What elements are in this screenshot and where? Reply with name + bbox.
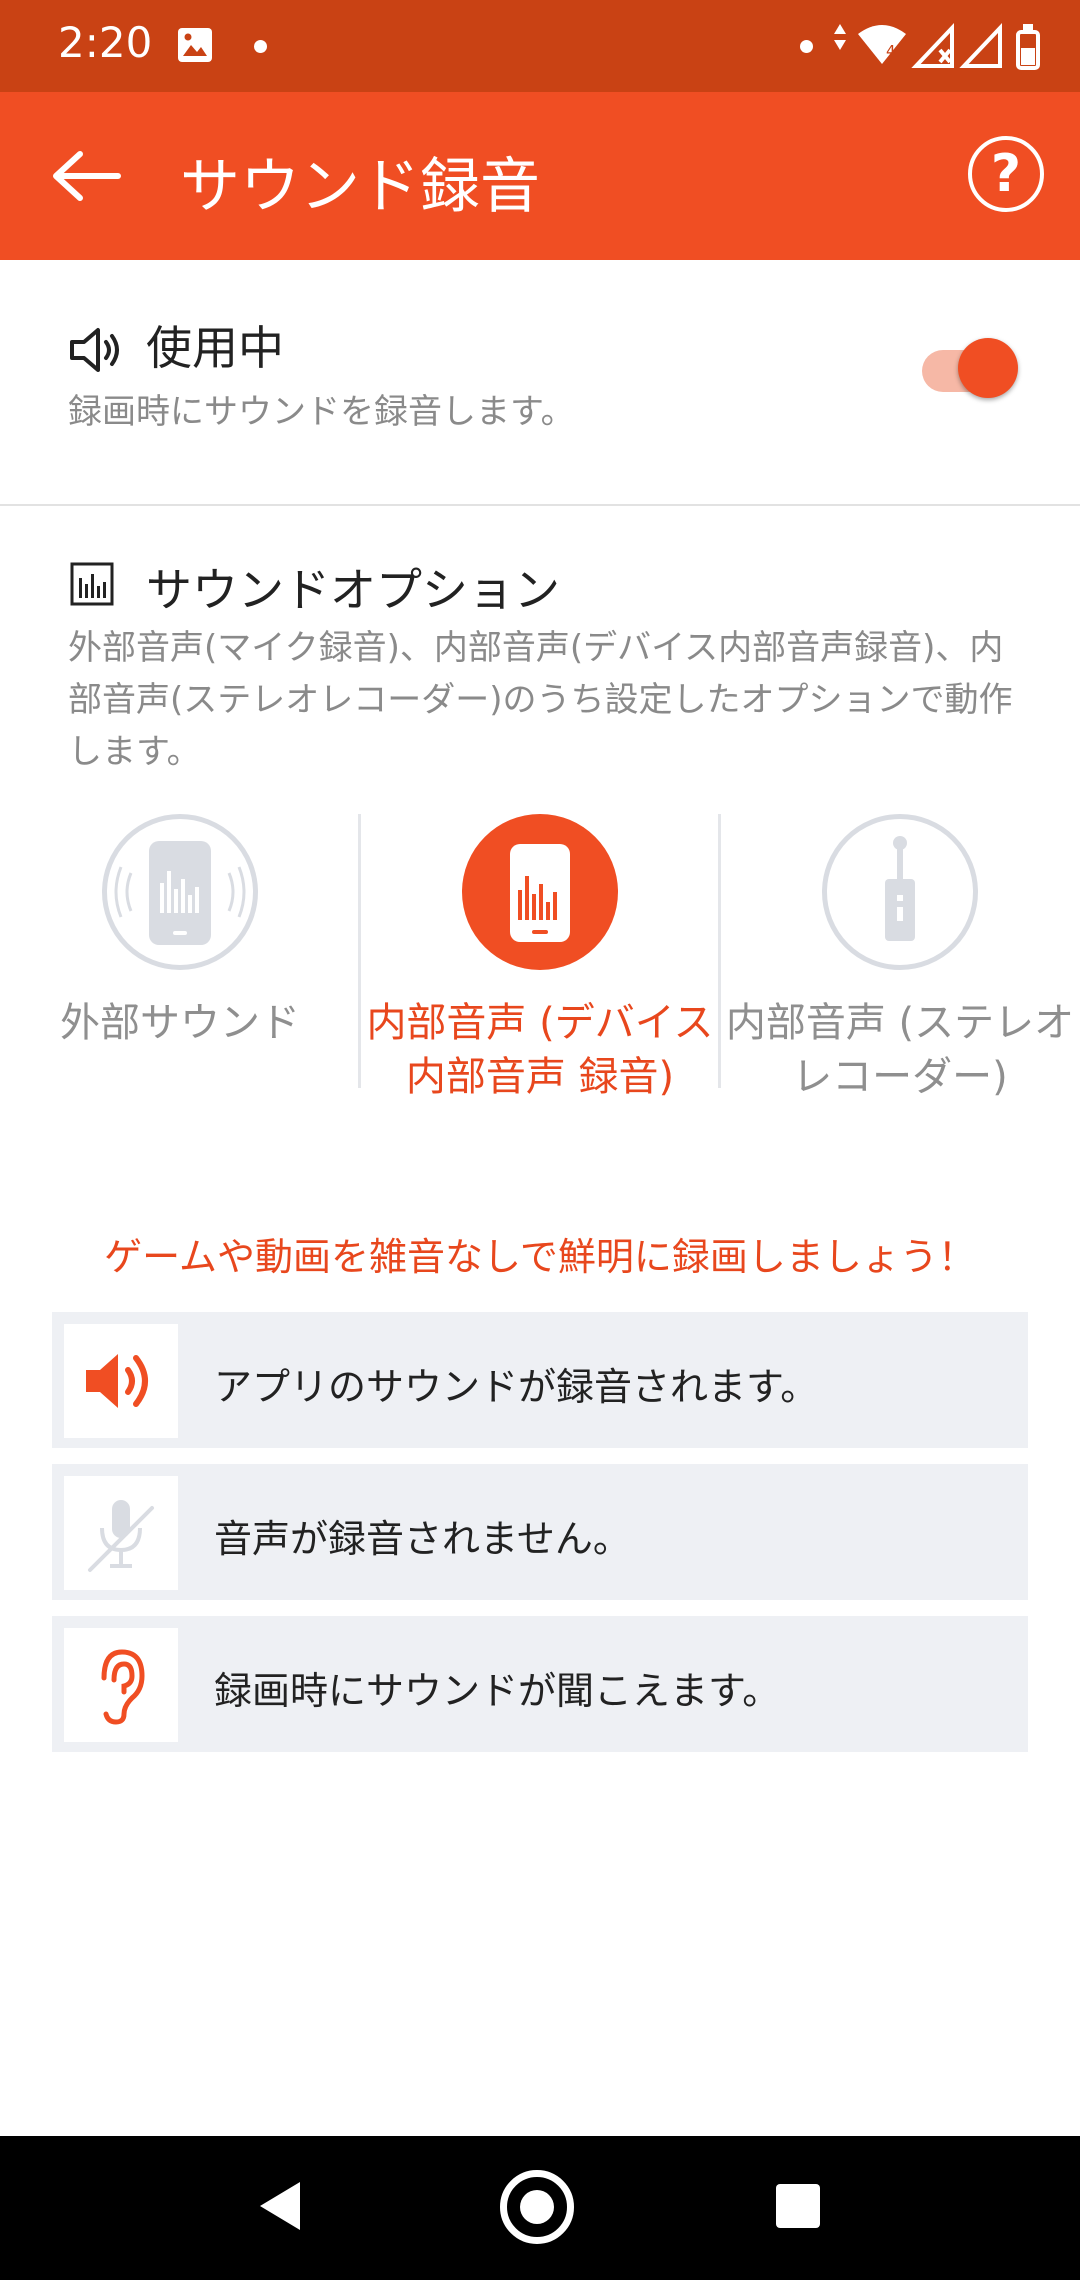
option-internal-stereo[interactable]: 内部音声 (ステレオレコーダー) [720, 810, 1080, 1170]
recording-description: 録画時にサウンドを録音します。 [68, 392, 575, 432]
option-external-sound[interactable]: 外部サウンド [0, 810, 360, 1170]
option-internal-stereo-circle [822, 814, 978, 970]
recording-title: 使用中 [146, 321, 284, 375]
feature-app-sound: アプリのサウンドが録音されます。 [52, 1312, 1028, 1448]
feature-text: 音声が録音されません。 [214, 1517, 631, 1561]
gallery-notification-icon [178, 28, 212, 62]
feature-icon-box [64, 1628, 178, 1742]
notification-dot-icon [800, 40, 813, 53]
toggle-thumb [958, 338, 1018, 398]
option-internal-device[interactable]: 内部音声 (デバイス内部音声 録音) [360, 810, 720, 1170]
nav-back-icon[interactable] [256, 2180, 302, 2232]
sound-options-title: サウンドオプション [146, 563, 560, 617]
recording-toggle[interactable] [922, 332, 1018, 408]
app-bar: サウンド録音 ? [0, 92, 1080, 260]
sound-options-description: 外部音声(マイク録音)、内部音声(デバイス内部音声録音)、内部音声(ステレオレコ… [68, 628, 1013, 772]
divider [0, 504, 1080, 506]
promo-text: ゲームや動画を雑音なしで鮮明に録画しましょう！ [104, 1235, 976, 1279]
feature-voice-not-recorded: 音声が録音されません。 [52, 1464, 1028, 1600]
notification-dot-icon [254, 40, 267, 53]
speaker-icon [86, 1354, 148, 1408]
network-badge: 4 [886, 42, 896, 60]
option-internal-device-label: 内部音声 (デバイス内部音声 録音) [366, 1000, 714, 1100]
option-internal-device-circle [462, 814, 618, 970]
recording-section: 使用中 録画時にサウンドを録音します。 [0, 260, 1080, 504]
status-time: 2:20 [58, 18, 153, 67]
equalizer-icon [70, 562, 114, 606]
nav-home-dot [520, 2190, 554, 2224]
phone-equalizer-icon [510, 844, 570, 942]
status-signal-icons: 4 [834, 22, 1040, 70]
feature-text: アプリのサウンドが録音されます。 [214, 1365, 819, 1409]
system-nav-bar [0, 2136, 1080, 2280]
feature-hear-sound: 録画時にサウンドが聞こえます。 [52, 1616, 1028, 1752]
back-arrow-icon[interactable] [44, 136, 128, 220]
phone-sound-waves-icon [114, 841, 246, 945]
feature-icon-box [64, 1324, 178, 1438]
sound-option-group: 外部サウンド 内部音声 (デバイス内部音声 録音) 内部音声 (ステレオレコーダ… [0, 810, 1080, 1170]
nav-home-icon[interactable] [500, 2170, 574, 2244]
ear-icon [101, 1649, 145, 1725]
option-external-circle [102, 814, 258, 970]
feature-icon-box [64, 1476, 178, 1590]
page-title: サウンド録音 [180, 152, 540, 222]
mic-off-icon [88, 1500, 154, 1572]
nav-recents-icon[interactable] [776, 2184, 820, 2228]
option-external-label: 外部サウンド [60, 1000, 300, 1046]
help-button[interactable]: ? [968, 136, 1044, 212]
feature-text: 録画時にサウンドが聞こえます。 [214, 1669, 781, 1713]
status-bar: 2:20 4 [0, 0, 1080, 92]
option-internal-stereo-label: 内部音声 (ステレオレコーダー) [725, 1000, 1075, 1100]
speaker-outline-icon [70, 328, 119, 372]
stereo-recorder-icon [885, 836, 915, 941]
